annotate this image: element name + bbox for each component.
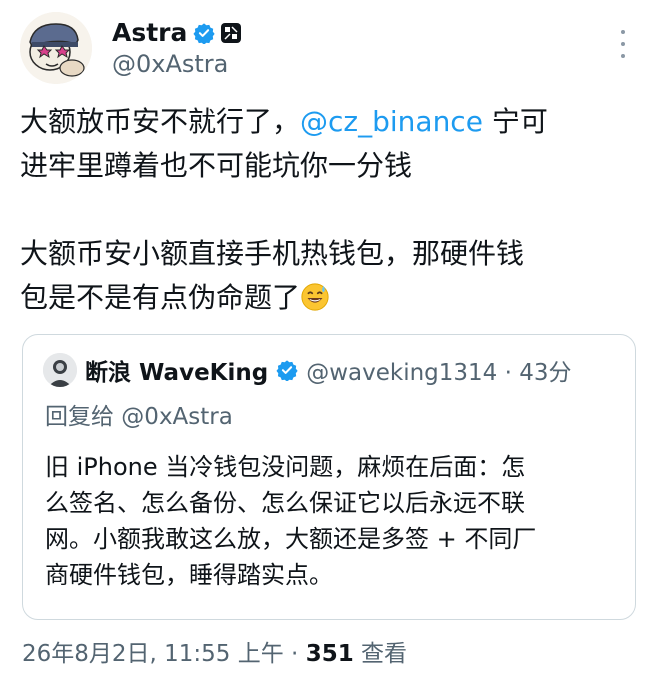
view-count[interactable]: 351	[306, 641, 354, 667]
tweet-timestamp[interactable]: 26年8月2日, 11:55 上午 ·	[22, 641, 306, 667]
replying-to-label: 回复给 @0xAstra	[45, 404, 233, 430]
quoted-tweet-card[interactable]: 断浪 WaveKing @waveking1314 · 43分 回复给 @0xA…	[22, 334, 636, 620]
tweet-header: Astra @0xAstra	[20, 12, 630, 88]
tweet-text-line: 进牢里蹲着也不可能坑你一分钱	[20, 149, 413, 182]
author-avatar[interactable]	[20, 12, 92, 84]
affiliate-badge-icon[interactable]	[221, 22, 242, 43]
more-options-icon[interactable]	[620, 30, 626, 58]
quoted-author-name[interactable]: 断浪 WaveKing	[85, 353, 268, 387]
quoted-author-avatar[interactable]	[43, 353, 77, 387]
tweet-text-line: 大额币安小额直接手机热钱包，那硬件钱	[20, 237, 525, 270]
sweat-smile-emoji-icon	[301, 283, 329, 311]
quoted-tweet-body: 旧 iPhone 当冷钱包没问题，麻烦在后面：怎 么签名、怎么备份、怎么保证它以…	[45, 449, 625, 593]
quoted-text-line: 网。小额我敢这么放，大额还是多签 + 不同厂	[45, 525, 537, 553]
tweet-meta: 26年8月2日, 11:55 上午 · 351 查看	[22, 634, 407, 668]
view-label: 查看	[353, 641, 408, 667]
tweet-text-segment: 包是不是有点伪命题了	[20, 281, 301, 314]
quoted-handle-time[interactable]: @waveking1314 · 43分	[306, 353, 571, 387]
quoted-text-line: 么签名、怎么备份、怎么保证它以后永远不联	[45, 489, 525, 517]
tweet-body: 大额放币安不就行了，@cz_binance 宁可 进牢里蹲着也不可能坑你一分钱 …	[20, 100, 630, 320]
tweet-text-segment: 宁可	[482, 105, 548, 138]
author-name[interactable]: Astra	[112, 18, 187, 47]
tweet-text-segment: 大额放币安不就行了，	[20, 105, 301, 138]
quoted-text-line: 商硬件钱包，睡得踏实点。	[45, 561, 333, 589]
mention-link[interactable]: @cz_binance	[300, 105, 483, 138]
quoted-text-line: 旧 iPhone 当冷钱包没问题，麻烦在后面：怎	[45, 453, 526, 481]
verified-badge-icon	[193, 22, 216, 44]
author-handle[interactable]: @0xAstra	[112, 50, 228, 78]
quoted-verified-badge-icon	[276, 360, 298, 381]
